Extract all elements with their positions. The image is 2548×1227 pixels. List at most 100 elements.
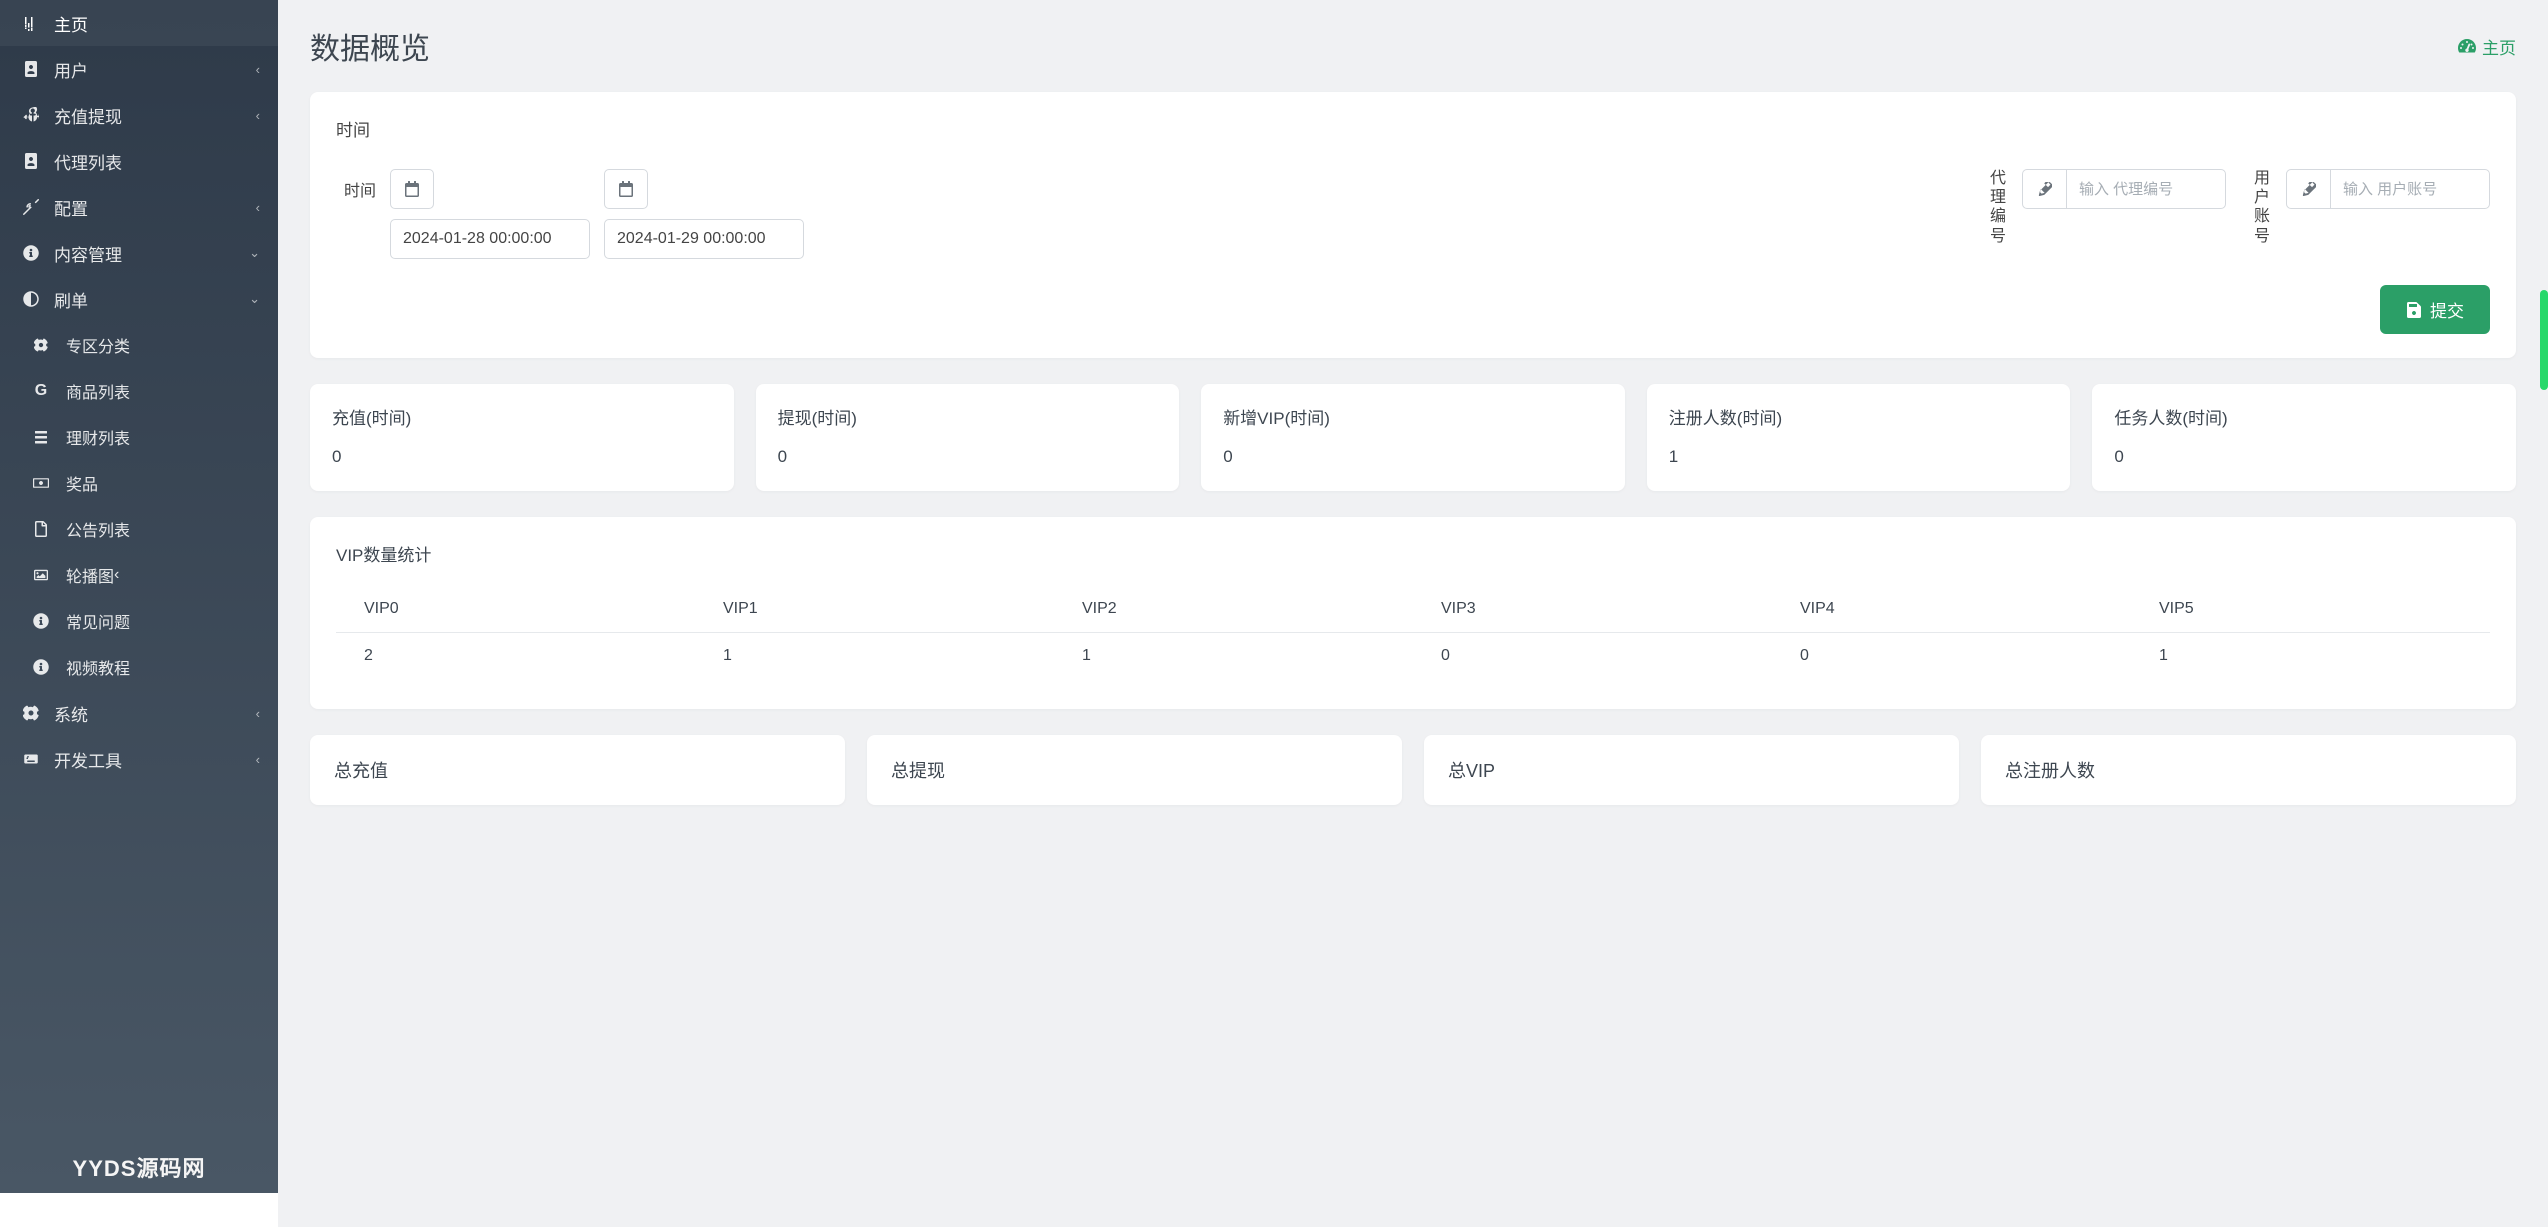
sidebar-item-label: 代理列表 (54, 149, 260, 174)
sidebar-item-label: 轮播图 (66, 563, 114, 587)
time-label: 时间 (336, 169, 376, 201)
stat-title: 提现(时间) (778, 404, 1158, 429)
sidebar-item-用户[interactable]: 用户‹ (0, 46, 278, 92)
cog-icon (18, 705, 44, 721)
sidebar-item-label: 理财列表 (66, 425, 130, 449)
sidebar: 主页用户‹充值提现‹代理列表配置‹内容管理⌄刷单⌄ 专区分类G商品列表理财列表奖… (0, 0, 278, 1227)
vip-header: VIP0 (336, 586, 695, 633)
end-date-value[interactable]: 2024-01-29 00:00:00 (604, 219, 804, 259)
user-input[interactable] (2330, 169, 2490, 209)
bars-icon (18, 15, 44, 31)
pencil-icon (2301, 182, 2316, 197)
pencil-icon (2037, 182, 2052, 197)
user-label: 用户账号 (2254, 169, 2272, 246)
question-icon (18, 245, 44, 261)
agent-filter-group: 代理编号 (1990, 169, 2226, 246)
calendar-icon (618, 181, 634, 197)
stat-title: 注册人数(时间) (1669, 404, 2049, 429)
summary-card-1: 总提现 (867, 735, 1402, 805)
sidebar-sub-常见问题[interactable]: 常见问题 (0, 598, 278, 644)
sidebar-item-label: 公告列表 (66, 517, 130, 541)
sidebar-sub-视频教程[interactable]: 视频教程 (0, 644, 278, 690)
chevron-left-icon: ‹ (256, 706, 260, 721)
agent-label: 代理编号 (1990, 169, 2008, 246)
vip-header: VIP2 (1054, 586, 1413, 633)
sidebar-sub-奖品[interactable]: 奖品 (0, 460, 278, 506)
sidebar-footer: YYDS源码网 (0, 1145, 278, 1227)
keyboard-icon (18, 753, 44, 765)
vip-header: VIP4 (1772, 586, 2131, 633)
sidebar-item-label: 刷单 (54, 287, 249, 312)
sidebar-item-label: 系统 (54, 701, 256, 726)
vip-cell: 1 (2131, 633, 2490, 680)
sidebar-item-系统[interactable]: 系统‹ (0, 690, 278, 736)
gear-icon (28, 338, 54, 352)
end-date-picker-button[interactable] (604, 169, 648, 209)
sidebar-item-label: 配置 (54, 195, 256, 220)
sidebar-item-label: 商品列表 (66, 379, 130, 403)
page-title: 数据概览 (310, 24, 430, 68)
stat-value: 1 (1669, 447, 2049, 467)
sidebar-item-充值提现[interactable]: 充值提现‹ (0, 92, 278, 138)
stat-title: 充值(时间) (332, 404, 712, 429)
sidebar-item-label: 奖品 (66, 471, 98, 495)
vip-cell: 2 (336, 633, 695, 680)
blank-box (0, 1193, 278, 1227)
scroll-accent (2540, 290, 2548, 390)
sidebar-item-label: 主页 (54, 11, 260, 36)
save-icon (2406, 302, 2422, 318)
vip-header: VIP3 (1413, 586, 1772, 633)
sidebar-sub-轮播图[interactable]: 轮播图‹ (0, 552, 278, 598)
vip-card: VIP数量统计 VIP0VIP1VIP2VIP3VIP4VIP5 211001 (310, 517, 2516, 709)
watermark: YYDS源码网 (0, 1145, 278, 1189)
sidebar-sub-专区分类[interactable]: 专区分类 (0, 322, 278, 368)
chevron-down-icon: ⌄ (249, 245, 260, 261)
agent-input[interactable] (2066, 169, 2226, 209)
user-edit-icon-box (2286, 169, 2330, 209)
submit-button[interactable]: 提交 (2380, 285, 2490, 334)
id-icon (18, 153, 44, 169)
stat-card-0: 充值(时间) 0 (310, 384, 734, 491)
sidebar-item-代理列表[interactable]: 代理列表 (0, 138, 278, 184)
stat-value: 0 (2114, 447, 2494, 467)
summary-card-0: 总充值 (310, 735, 845, 805)
image-icon (28, 568, 54, 582)
summary-title: 总VIP (1448, 757, 1935, 783)
vip-table: VIP0VIP1VIP2VIP3VIP4VIP5 211001 (336, 586, 2490, 679)
list-icon (28, 429, 54, 445)
vip-header: VIP5 (2131, 586, 2490, 633)
filter-card: 时间 时间 2024-01-28 00:00:00 (310, 92, 2516, 358)
sidebar-item-配置[interactable]: 配置‹ (0, 184, 278, 230)
summary-title: 总充值 (334, 757, 821, 783)
sidebar-sub-公告列表[interactable]: 公告列表 (0, 506, 278, 552)
sidebar-item-开发工具[interactable]: 开发工具‹ (0, 736, 278, 782)
sidebar-item-主页[interactable]: 主页 (0, 0, 278, 46)
start-date-value[interactable]: 2024-01-28 00:00:00 (390, 219, 590, 259)
vip-title: VIP数量统计 (336, 541, 2490, 566)
sidebar-item-label: 开发工具 (54, 747, 256, 772)
submit-label: 提交 (2430, 297, 2464, 322)
file-icon (28, 521, 54, 537)
stat-title: 新增VIP(时间) (1223, 404, 1603, 429)
stat-value: 0 (1223, 447, 1603, 467)
breadcrumb-home[interactable]: 主页 (2458, 34, 2516, 59)
money-icon (28, 475, 54, 491)
stat-card-4: 任务人数(时间)0 (2092, 384, 2516, 491)
breadcrumb-label: 主页 (2482, 34, 2516, 59)
id-icon (18, 61, 44, 77)
sidebar-sub-商品列表[interactable]: G商品列表 (0, 368, 278, 414)
vip-header: VIP1 (695, 586, 1054, 633)
time-filter-group: 时间 2024-01-28 00:00:00 2024- (336, 169, 804, 259)
summary-card-2: 总VIP (1424, 735, 1959, 805)
sidebar-item-内容管理[interactable]: 内容管理⌄ (0, 230, 278, 276)
sidebar-item-label: 专区分类 (66, 333, 130, 357)
sidebar-item-label: 充值提现 (54, 103, 256, 128)
vip-cell: 0 (1772, 633, 2131, 680)
sidebar-sub-理财列表[interactable]: 理财列表 (0, 414, 278, 460)
sidebar-item-label: 内容管理 (54, 241, 249, 266)
user-filter-group: 用户账号 (2254, 169, 2490, 246)
sidebar-item-刷单[interactable]: 刷单⌄ (0, 276, 278, 322)
contrast-icon (18, 291, 44, 307)
start-date-picker-button[interactable] (390, 169, 434, 209)
stat-value: 0 (332, 447, 712, 467)
